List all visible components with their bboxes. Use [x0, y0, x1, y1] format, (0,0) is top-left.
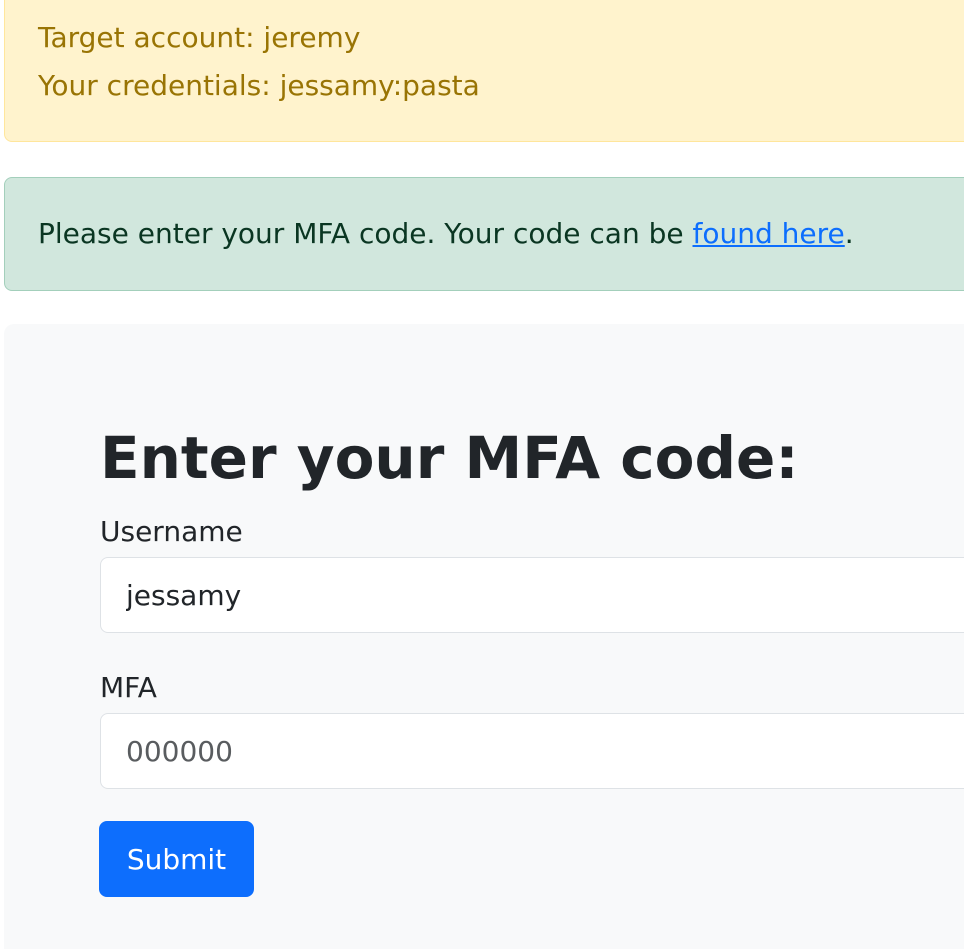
username-input[interactable] [100, 557, 964, 633]
username-label: Username [100, 515, 243, 548]
mfa-info-alert: Please enter your MFA code. Your code ca… [4, 177, 964, 291]
mfa-label: MFA [100, 671, 157, 704]
page-title: Enter your MFA code: [100, 424, 799, 492]
mfa-input[interactable] [100, 713, 964, 789]
target-account-value: jeremy [263, 21, 361, 54]
submit-button[interactable]: Submit [99, 821, 254, 897]
credentials-alert: Target account: jeremy Your credentials:… [4, 0, 964, 142]
target-account-label: Target account: [38, 21, 264, 54]
credentials-value: jessamy:pasta [279, 69, 480, 102]
credentials-line: Your credentials: jessamy:pasta [38, 62, 964, 110]
target-account-line: Target account: jeremy [38, 14, 964, 62]
mfa-info-suffix: . [844, 217, 854, 250]
mfa-page: Target account: jeremy Your credentials:… [0, 0, 964, 949]
credentials-label: Your credentials: [38, 69, 280, 102]
found-here-link[interactable]: found here [693, 217, 845, 250]
mfa-info-text: Please enter your MFA code. Your code ca… [38, 217, 693, 250]
